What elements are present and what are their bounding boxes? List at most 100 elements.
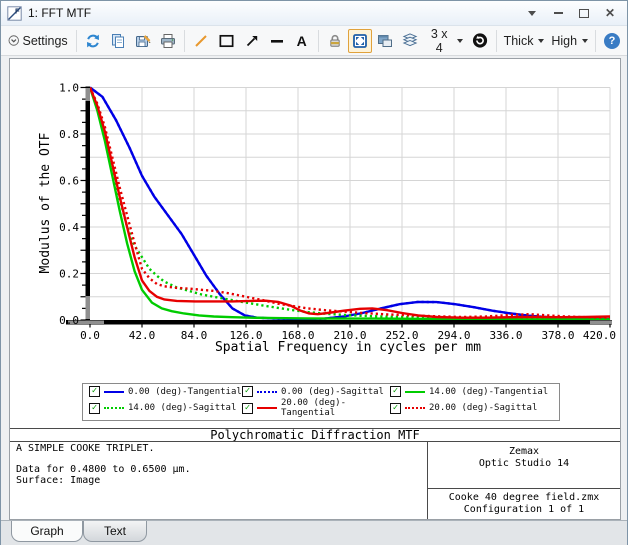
text-tool-icon: A — [297, 34, 307, 48]
legend-item[interactable]: ✓ 14.00 (deg)-Tangential — [390, 386, 553, 397]
caret-down-icon — [538, 39, 544, 43]
window-title: 1: FFT MTF — [28, 6, 91, 20]
legend-checkbox[interactable]: ✓ — [242, 386, 253, 397]
maximize-button[interactable] — [577, 6, 591, 20]
configuration-label: Configuration 1 of 1 — [428, 504, 620, 516]
chart-legend: ✓0.00 (deg)-Tangential✓0.00 (deg)-Sagitt… — [82, 383, 560, 421]
x-tick-label: 336.0 — [489, 329, 522, 342]
y-axis-handle-top[interactable] — [86, 88, 91, 101]
chevron-down-icon — [528, 11, 536, 16]
fft-mtf-window: F 1: FFT MTF ✕ Settings — [0, 0, 628, 545]
legend-checkbox[interactable]: ✓ — [242, 403, 253, 414]
lock-button[interactable] — [323, 29, 347, 53]
y-axis-handle-bottom[interactable] — [86, 296, 91, 319]
x-tick-label: 0.0 — [80, 329, 100, 342]
legend-label: 0.00 (deg)-Sagittal — [281, 387, 384, 397]
draw-arrow-button[interactable] — [240, 29, 264, 53]
chart-footer-title: Polychromatic Diffraction MTF — [10, 428, 620, 442]
minimize-button[interactable] — [551, 6, 565, 20]
legend-checkbox[interactable]: ✓ — [390, 403, 401, 414]
svg-text:F: F — [15, 6, 20, 15]
x-axis-bar — [66, 320, 612, 325]
settings-button[interactable]: Settings — [4, 29, 72, 53]
toolbar-separator — [76, 30, 77, 52]
x-tick-label: 210.0 — [333, 329, 366, 342]
toolbar: Settings — [1, 26, 627, 56]
help-icon: ? — [604, 33, 620, 49]
overlay-layers-button[interactable] — [398, 29, 422, 53]
y-tick-label: 0.4 — [59, 221, 79, 234]
minimize-icon — [554, 12, 563, 14]
draw-text-button[interactable]: A — [290, 29, 314, 53]
window-fft-icon: F — [7, 6, 22, 21]
footer-cell-divider — [427, 488, 620, 489]
legend-item[interactable]: ✓ 0.00 (deg)-Tangential — [89, 386, 242, 397]
settings-chevron-icon — [8, 33, 19, 48]
brand-line: Zemax — [428, 446, 620, 458]
x-tick-label: 420.0 — [583, 329, 616, 342]
window-menu-button[interactable] — [525, 6, 539, 20]
draw-horizontal-line-button[interactable] — [265, 29, 289, 53]
fit-window-button[interactable] — [348, 29, 372, 53]
x-tick-label: 294.0 — [437, 329, 470, 342]
close-icon: ✕ — [605, 7, 615, 19]
lock-icon — [327, 33, 343, 49]
horizontal-line-icon — [269, 33, 285, 49]
lens-note-line: A SIMPLE COOKE TRIPLET. — [16, 444, 191, 455]
refresh-icon — [85, 33, 101, 49]
lens-notes: A SIMPLE COOKE TRIPLET. Data for 0.4800 … — [16, 444, 191, 486]
file-name: Cooke 40 degree field.zmx — [428, 492, 620, 504]
save-button[interactable] — [131, 29, 155, 53]
legend-line-sample — [405, 407, 425, 409]
caret-down-icon — [457, 39, 463, 43]
legend-label: 14.00 (deg)-Tangential — [429, 387, 548, 397]
legend-label: 20.00 (deg)-Tangential — [281, 398, 390, 418]
x-axis-handle-right[interactable] — [590, 321, 612, 325]
x-tick-label: 84.0 — [181, 329, 208, 342]
legend-checkbox[interactable]: ✓ — [390, 386, 401, 397]
tab-graph-label: Graph — [30, 524, 63, 538]
tab-text[interactable]: Text — [83, 521, 147, 542]
x-tick-label: 42.0 — [129, 329, 156, 342]
rotate-button[interactable] — [468, 29, 492, 53]
tab-graph[interactable]: Graph — [11, 521, 83, 542]
grid-size-dropdown[interactable]: 3 x 4 — [423, 29, 467, 53]
refresh-button[interactable] — [81, 29, 105, 53]
y-tick-label: 0.6 — [59, 175, 79, 188]
close-button[interactable]: ✕ — [603, 6, 617, 20]
layers-icon — [402, 32, 418, 49]
legend-checkbox[interactable]: ✓ — [89, 403, 100, 414]
legend-item[interactable]: ✓20.00 (deg)-Sagittal — [390, 398, 553, 418]
clone-window-button[interactable] — [373, 29, 397, 53]
thick-label: Thick — [504, 34, 534, 48]
footer-divider-bottom — [10, 441, 620, 442]
draw-rectangle-button[interactable] — [214, 29, 239, 53]
legend-item[interactable]: ✓ 0.00 (deg)-Sagittal — [242, 386, 390, 397]
toolbar-separator — [184, 30, 185, 52]
print-button[interactable] — [156, 29, 180, 53]
copy-icon — [110, 33, 126, 49]
high-dropdown[interactable]: High — [548, 29, 591, 53]
y-axis-title: Modulus of the OTF — [38, 132, 53, 273]
fit-window-icon — [352, 33, 368, 49]
y-tick-label: 1.0 — [59, 82, 79, 95]
thick-dropdown[interactable]: Thick — [501, 29, 548, 53]
arrow-icon — [244, 33, 260, 49]
legend-line-sample — [257, 391, 277, 393]
legend-checkbox[interactable]: ✓ — [89, 386, 100, 397]
y-tick-label: 0.0 — [59, 314, 79, 327]
legend-line-sample — [405, 391, 425, 393]
legend-label: 0.00 (deg)-Tangential — [128, 387, 242, 397]
legend-line-sample — [257, 407, 277, 409]
copy-button[interactable] — [106, 29, 130, 53]
legend-label: 14.00 (deg)-Sagittal — [128, 403, 236, 413]
x-axis-title: Spatial Frequency in cycles per mm — [215, 340, 481, 355]
draw-line-button[interactable] — [189, 29, 213, 53]
legend-item[interactable]: ✓ 20.00 (deg)-Tangential — [242, 398, 390, 418]
legend-item[interactable]: ✓ 14.00 (deg)-Sagittal — [89, 398, 242, 418]
title-bar: F 1: FFT MTF ✕ — [1, 1, 627, 26]
window-controls: ✕ — [525, 6, 621, 20]
help-button[interactable]: ? — [600, 29, 624, 53]
x-tick-label: 126.0 — [229, 329, 262, 342]
rectangle-icon — [218, 32, 235, 50]
